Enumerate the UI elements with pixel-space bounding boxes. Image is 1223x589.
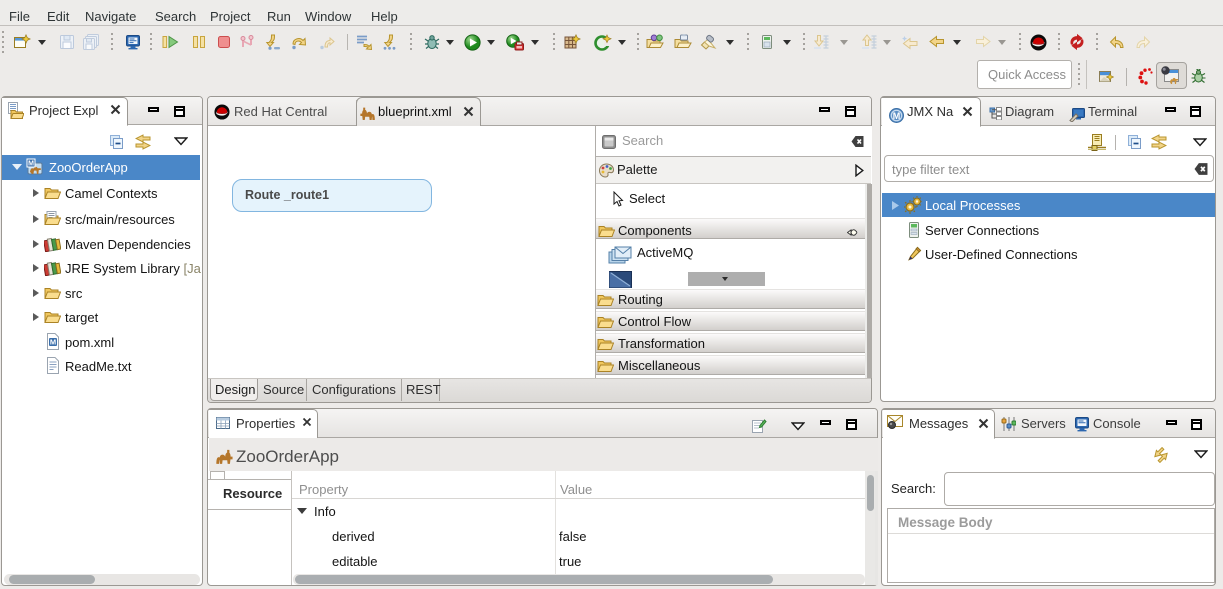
svg-text:M: M [50, 338, 56, 347]
svg-text:M: M [28, 161, 34, 168]
